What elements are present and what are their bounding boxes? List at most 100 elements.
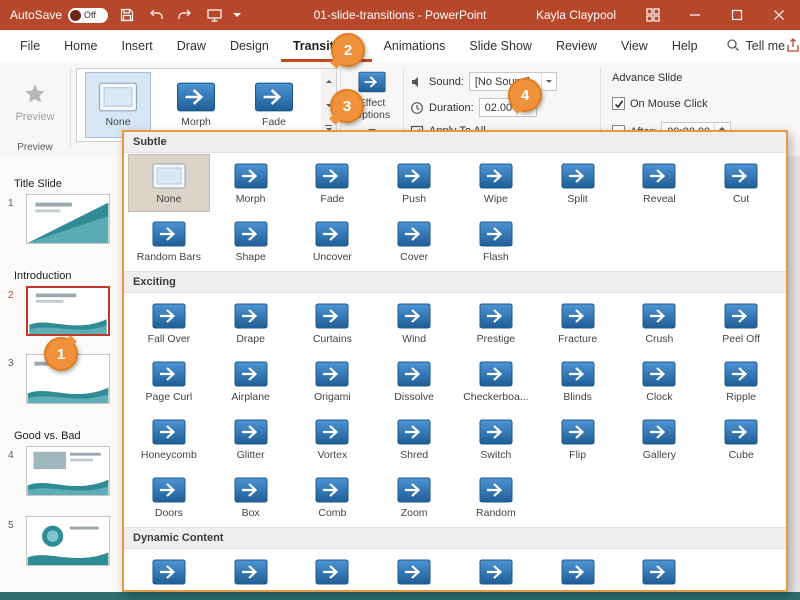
- tab-view[interactable]: View: [609, 30, 660, 62]
- slide-number: 2: [8, 290, 14, 301]
- section-title-slide[interactable]: Title Slide: [14, 178, 62, 190]
- transition-option-morph[interactable]: Morph: [210, 154, 292, 212]
- transition-option-reveal[interactable]: Reveal: [619, 154, 701, 212]
- transition-icon: [152, 419, 186, 445]
- transition-option-orbit[interactable]: Orbit: [537, 550, 619, 590]
- transition-option-pan[interactable]: Pan: [128, 550, 210, 590]
- tell-me-label: Tell me: [745, 39, 786, 53]
- transition-icon: [479, 361, 513, 387]
- transition-option-zoom[interactable]: Zoom: [373, 468, 455, 526]
- redo-icon[interactable]: [175, 5, 195, 25]
- tab-insert[interactable]: Insert: [110, 30, 165, 62]
- tab-draw[interactable]: Draw: [165, 30, 218, 62]
- slide-thumbnail-1[interactable]: [26, 194, 110, 244]
- transition-option-ripple[interactable]: Ripple: [700, 352, 782, 410]
- close-button[interactable]: [758, 0, 800, 30]
- transition-option-checkerboard[interactable]: Checkerboa...: [455, 352, 537, 410]
- transition-option-drape[interactable]: Drape: [210, 294, 292, 352]
- transition-option-window[interactable]: Window: [455, 550, 537, 590]
- save-icon[interactable]: [117, 5, 137, 25]
- transition-option-random-bars[interactable]: Random Bars: [128, 212, 210, 270]
- transition-option-ferris-wheel[interactable]: Ferris Wheel: [210, 550, 292, 590]
- transition-option-rotate[interactable]: Rotate: [373, 550, 455, 590]
- transition-option-flip[interactable]: Flip: [537, 410, 619, 468]
- undo-icon[interactable]: [146, 5, 166, 25]
- transition-option-fracture[interactable]: Fracture: [537, 294, 619, 352]
- transition-label: Shred: [400, 449, 429, 461]
- user-name[interactable]: Kayla Claypool: [536, 8, 616, 22]
- transition-option-comb[interactable]: Comb: [292, 468, 374, 526]
- tab-file[interactable]: File: [8, 30, 52, 62]
- transition-icon: [254, 82, 294, 112]
- tab-animations[interactable]: Animations: [372, 30, 458, 62]
- start-presentation-icon[interactable]: [204, 5, 224, 25]
- transition-label: Shape: [235, 251, 266, 263]
- transition-option-glitter[interactable]: Glitter: [210, 410, 292, 468]
- transition-option-flash[interactable]: Flash: [455, 212, 537, 270]
- on-mouse-click-option[interactable]: On Mouse Click: [612, 97, 708, 110]
- autosave-control[interactable]: AutoSave Off: [10, 7, 109, 23]
- ribbon-transition-fade[interactable]: Fade: [241, 72, 307, 138]
- tab-slide-show[interactable]: Slide Show: [457, 30, 544, 62]
- transition-option-clock[interactable]: Clock: [619, 352, 701, 410]
- section-introduction[interactable]: Introduction: [14, 270, 71, 282]
- transition-option-random[interactable]: Random: [455, 468, 537, 526]
- advance-slide-heading: Advance Slide: [612, 72, 682, 84]
- tab-review[interactable]: Review: [544, 30, 609, 62]
- gallery-scroll-up-button[interactable]: [321, 69, 336, 93]
- ribbon-transition-none[interactable]: None: [85, 72, 151, 138]
- transition-option-split[interactable]: Split: [537, 154, 619, 212]
- minimize-button[interactable]: [674, 0, 716, 30]
- transition-option-wipe[interactable]: Wipe: [455, 154, 537, 212]
- transition-option-uncover[interactable]: Uncover: [292, 212, 374, 270]
- transition-option-switch[interactable]: Switch: [455, 410, 537, 468]
- transition-option-page-curl[interactable]: Page Curl: [128, 352, 210, 410]
- transition-option-crush[interactable]: Crush: [619, 294, 701, 352]
- transition-icon: [479, 419, 513, 445]
- transition-option-gallery[interactable]: Gallery: [619, 410, 701, 468]
- preview-button[interactable]: Preview: [6, 67, 64, 139]
- maximize-button[interactable]: [716, 0, 758, 30]
- transition-option-vortex[interactable]: Vortex: [292, 410, 374, 468]
- transition-none-icon: [98, 82, 138, 112]
- transition-icon: [397, 163, 431, 189]
- transition-option-wind[interactable]: Wind: [373, 294, 455, 352]
- on-mouse-click-checkbox[interactable]: [612, 97, 625, 110]
- ribbon-transition-morph[interactable]: Morph: [163, 72, 229, 138]
- tell-me-search[interactable]: Tell me: [726, 38, 786, 55]
- transition-icon: [397, 419, 431, 445]
- transition-icon: [152, 361, 186, 387]
- transition-option-conveyor[interactable]: Conveyor: [292, 550, 374, 590]
- transition-option-curtains[interactable]: Curtains: [292, 294, 374, 352]
- ribbon-display-options-icon[interactable]: [632, 0, 674, 30]
- slide-thumbnail-5[interactable]: [26, 516, 110, 566]
- transition-option-fade[interactable]: Fade: [292, 154, 374, 212]
- transition-option-fall-over[interactable]: Fall Over: [128, 294, 210, 352]
- slide-thumbnail-2[interactable]: [26, 286, 110, 336]
- transition-option-airplane[interactable]: Airplane: [210, 352, 292, 410]
- transition-option-none[interactable]: None: [128, 154, 210, 212]
- transition-option-blinds[interactable]: Blinds: [537, 352, 619, 410]
- transition-option-peel-off[interactable]: Peel Off: [700, 294, 782, 352]
- transition-option-cube[interactable]: Cube: [700, 410, 782, 468]
- transition-option-shred[interactable]: Shred: [373, 410, 455, 468]
- transition-option-fly-through[interactable]: Fly Through: [619, 550, 701, 590]
- transition-option-push[interactable]: Push: [373, 154, 455, 212]
- transition-option-doors[interactable]: Doors: [128, 468, 210, 526]
- autosave-toggle[interactable]: Off: [68, 7, 109, 23]
- transition-option-prestige[interactable]: Prestige: [455, 294, 537, 352]
- slide-thumbnail-4[interactable]: [26, 446, 110, 496]
- transition-option-origami[interactable]: Origami: [292, 352, 374, 410]
- transition-option-dissolve[interactable]: Dissolve: [373, 352, 455, 410]
- tab-help[interactable]: Help: [660, 30, 710, 62]
- tab-home[interactable]: Home: [52, 30, 109, 62]
- transition-option-honeycomb[interactable]: Honeycomb: [128, 410, 210, 468]
- transition-option-cover[interactable]: Cover: [373, 212, 455, 270]
- transition-option-box[interactable]: Box: [210, 468, 292, 526]
- section-good-vs-bad[interactable]: Good vs. Bad: [14, 430, 81, 442]
- tab-design[interactable]: Design: [218, 30, 281, 62]
- share-icon[interactable]: [785, 37, 800, 56]
- transition-option-shape[interactable]: Shape: [210, 212, 292, 270]
- quick-access-caret-icon[interactable]: [233, 13, 242, 21]
- transition-option-cut[interactable]: Cut: [700, 154, 782, 212]
